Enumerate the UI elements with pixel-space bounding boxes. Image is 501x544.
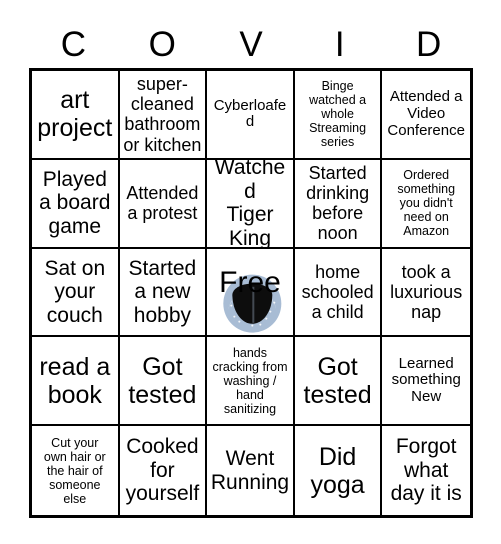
header-letter-d: D xyxy=(415,25,442,64)
bingo-cell-r2c1[interactable]: Played a board game xyxy=(32,159,120,249)
bingo-cell-r4c1[interactable]: read a book xyxy=(32,337,120,427)
bingo-cell-r4c3[interactable]: hands cracking from washing / hand sanit… xyxy=(207,337,295,427)
free-space-label: Free xyxy=(219,265,281,299)
bingo-cell-r5c2[interactable]: Cooked for yourself xyxy=(119,426,208,515)
bingo-cell-r2c5[interactable]: Ordered something you didn't need on Ama… xyxy=(382,159,470,249)
bingo-cell-text: super- cleaned bathroom or kitchen xyxy=(123,74,202,155)
bingo-cell-text: Ordered something you didn't need on Ama… xyxy=(397,168,456,239)
bingo-card: C O V I D art project super- cleaned bat… xyxy=(0,0,501,544)
bingo-cell-text: Started a new hobby xyxy=(128,256,197,327)
bingo-cell-text: Did yoga xyxy=(310,442,365,499)
bingo-cell-r5c4[interactable]: Did yoga xyxy=(294,426,383,515)
bingo-cell-r3c5[interactable]: took a luxurious nap xyxy=(382,248,470,338)
bingo-cell-text: art project xyxy=(37,86,113,143)
bingo-cell-text: Got tested xyxy=(128,352,197,409)
bingo-cell-text: took a luxurious nap xyxy=(390,261,463,323)
bingo-cell-r4c2[interactable]: Got tested xyxy=(119,337,208,427)
bingo-cell-text: Learned something New xyxy=(391,354,461,406)
bingo-cell-text: home schooled a child xyxy=(301,261,374,323)
header-letter-v: V xyxy=(239,25,263,64)
bingo-cell-r3c1[interactable]: Sat on your couch xyxy=(32,248,120,338)
header-letter-c: C xyxy=(60,25,87,64)
bingo-cell-r1c5[interactable]: Attended a Video Conference xyxy=(382,71,470,160)
bingo-cell-text: Started drinking before noon xyxy=(306,162,370,244)
bingo-grid: art project super- cleaned bathroom or k… xyxy=(29,68,473,518)
bingo-cell-r5c5[interactable]: Forgot what day it is xyxy=(382,426,470,515)
bingo-cell-text: Cooked for yourself xyxy=(125,435,200,506)
bingo-cell-r1c1[interactable]: art project xyxy=(32,71,120,160)
bingo-cell-text: Sat on your couch xyxy=(44,256,106,327)
bingo-cell-r1c4[interactable]: Binge watched a whole Streaming series xyxy=(294,71,383,160)
bingo-cell-text: Went Running xyxy=(210,447,290,494)
bingo-cell-r4c5[interactable]: Learned something New xyxy=(382,337,470,427)
bingo-cell-free-space[interactable]: Free xyxy=(207,248,295,338)
bingo-cell-text: Binge watched a whole Streaming series xyxy=(309,79,367,150)
bingo-cell-text: Cut your own hair or the hair of someone… xyxy=(43,435,106,506)
bingo-cell-r5c3[interactable]: Went Running xyxy=(207,426,295,515)
bingo-cell-r1c3[interactable]: Cyberloafed xyxy=(207,71,295,160)
bingo-cell-text: read a book xyxy=(39,352,111,409)
bingo-cell-r2c2[interactable]: Attended a protest xyxy=(119,159,208,249)
bingo-cell-text: Attended a protest xyxy=(126,183,199,224)
bingo-cell-text: Attended a Video Conference xyxy=(387,88,465,139)
bingo-cell-text: Played a board game xyxy=(39,167,111,238)
bingo-cell-text: Watched Tiger King xyxy=(214,159,286,249)
bingo-cell-r4c4[interactable]: Got tested xyxy=(294,337,383,427)
bingo-cell-text: Cyberloafed xyxy=(213,96,287,131)
bingo-cell-text: hands cracking from washing / hand sanit… xyxy=(212,345,288,416)
bingo-cell-r3c4[interactable]: home schooled a child xyxy=(294,248,383,338)
bingo-cell-r2c4[interactable]: Started drinking before noon xyxy=(294,159,383,249)
header-letter-i: I xyxy=(334,25,345,64)
bingo-cell-r3c2[interactable]: Started a new hobby xyxy=(119,248,208,338)
bingo-cell-text: Forgot what day it is xyxy=(390,435,462,506)
bingo-header: C O V I D xyxy=(29,22,473,68)
bingo-cell-r2c3[interactable]: Watched Tiger King xyxy=(207,159,295,249)
header-letter-o: O xyxy=(148,25,176,64)
bingo-cell-r1c2[interactable]: super- cleaned bathroom or kitchen xyxy=(119,71,208,160)
bingo-cell-r5c1[interactable]: Cut your own hair or the hair of someone… xyxy=(32,426,120,515)
bingo-cell-text: Got tested xyxy=(303,352,372,409)
